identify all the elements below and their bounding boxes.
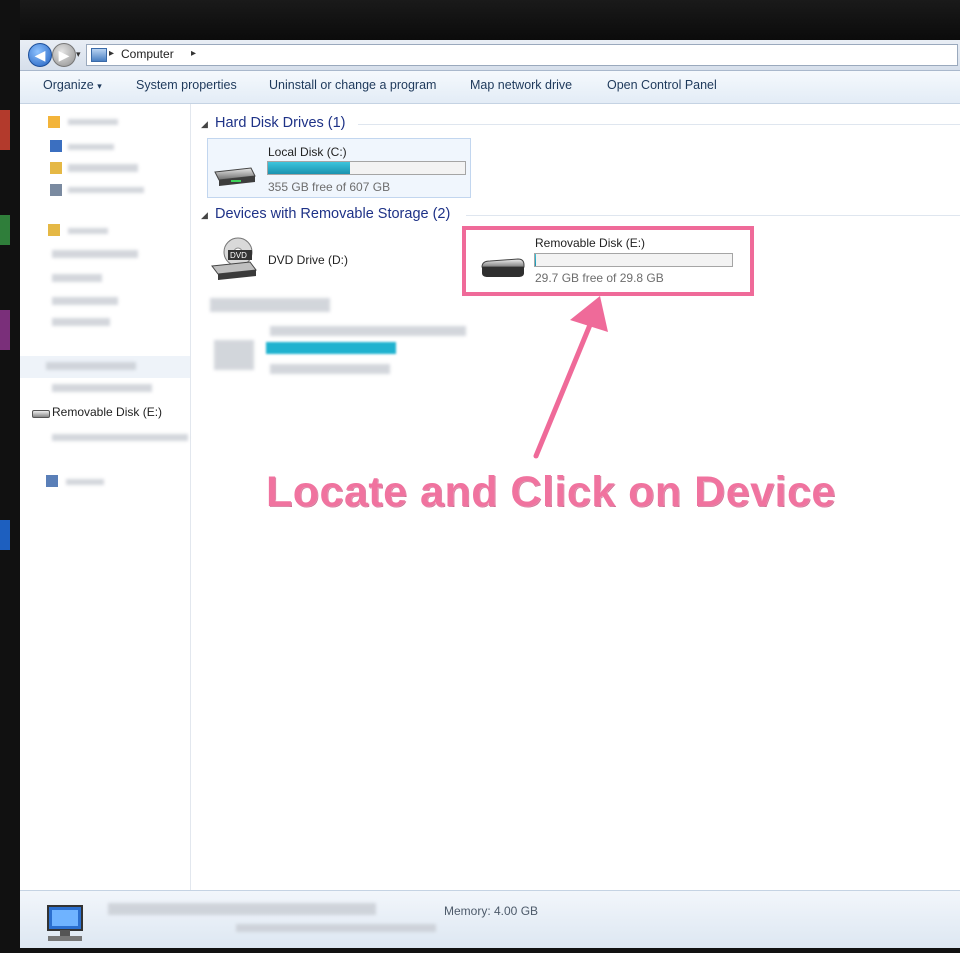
group-header-hard-disk-drives[interactable]: Hard Disk Drives (1): [215, 115, 346, 131]
redacted-nav-item[interactable]: [66, 479, 104, 485]
nav-item-removable-disk[interactable]: Removable Disk (E:): [52, 405, 162, 419]
address-bar-area: ◀ ▶ ▾ ▸ Computer ▸: [20, 40, 960, 71]
navigation-pane: [20, 104, 191, 890]
redacted-nav-item[interactable]: [68, 228, 108, 234]
computer-icon: [91, 48, 107, 62]
redacted-nav-item[interactable]: [46, 362, 136, 370]
redacted-nav-item[interactable]: [68, 187, 144, 193]
svg-text:DVD: DVD: [230, 251, 247, 260]
group-divider: [466, 215, 960, 216]
command-toolbar: Organize ▾ System properties Uninstall o…: [20, 71, 960, 104]
desktop-folder-icon: [50, 140, 62, 152]
collapse-triangle-icon[interactable]: ◢: [201, 210, 208, 221]
removable-disk-highlight-box[interactable]: [462, 226, 754, 296]
chevron-down-icon: ▾: [97, 81, 102, 91]
redacted-nav-item[interactable]: [52, 297, 118, 305]
redacted-processor-info: [236, 924, 436, 932]
desktop-icon-fragment: [0, 110, 10, 150]
desktop-background-left: [0, 0, 20, 953]
details-pane: [20, 890, 960, 948]
breadcrumb-separator[interactable]: ▸: [191, 48, 196, 59]
libraries-icon: [48, 224, 60, 236]
computer-monitor-icon: [47, 905, 83, 941]
collapse-triangle-icon[interactable]: ◢: [201, 119, 208, 130]
redacted-nav-item[interactable]: [52, 318, 110, 326]
forward-button[interactable]: ▶: [52, 43, 76, 67]
redacted-nav-item[interactable]: [68, 144, 114, 150]
drive-name-dvd-d[interactable]: DVD Drive (D:): [268, 253, 348, 267]
uninstall-program-button[interactable]: Uninstall or change a program: [269, 78, 436, 92]
redacted-nav-item[interactable]: [52, 384, 152, 392]
redacted-item-name: [270, 326, 466, 336]
redacted-nav-item[interactable]: [52, 434, 188, 441]
system-properties-button[interactable]: System properties: [136, 78, 237, 92]
memory-info: Memory: 4.00 GB: [444, 904, 539, 918]
desktop-icon-fragment: [0, 310, 10, 350]
free-space-local-disk-c: 355 GB free of 607 GB: [268, 180, 391, 194]
redacted-nav-item[interactable]: [68, 164, 138, 172]
downloads-folder-icon: [50, 162, 62, 174]
redacted-item-detail: [270, 364, 390, 374]
redacted-nav-item[interactable]: [52, 274, 102, 282]
capacity-bar-fill: [268, 162, 350, 174]
address-input[interactable]: ▸ Computer ▸: [86, 44, 958, 66]
callout-text: Locate and Click on Device: [266, 468, 836, 516]
redacted-nav-item[interactable]: [52, 250, 138, 258]
dvd-drive-icon: DVD: [211, 237, 257, 280]
annotation-arrow-icon: [533, 296, 608, 459]
redacted-nav-item[interactable]: [68, 119, 118, 125]
desktop-icon-fragment: [0, 215, 10, 245]
capacity-bar-local-disk-c: [267, 161, 466, 175]
organize-button[interactable]: Organize ▾: [43, 78, 102, 92]
map-network-drive-button[interactable]: Map network drive: [470, 78, 572, 92]
redacted-capacity-bar: [266, 342, 396, 354]
redacted-group-header: [210, 298, 330, 312]
recent-places-icon: [50, 184, 62, 196]
drive-name-local-disk-c: Local Disk (C:): [268, 145, 347, 159]
group-divider: [358, 124, 960, 125]
desktop-icon-fragment: [0, 520, 10, 550]
removable-disk-nav-icon: [32, 410, 50, 418]
hard-drive-icon: [214, 167, 256, 186]
breadcrumb-separator: ▸: [109, 48, 115, 59]
organize-label: Organize: [43, 78, 94, 92]
redacted-computer-name: [108, 903, 376, 915]
favorites-icon: [48, 116, 60, 128]
group-header-removable-storage[interactable]: Devices with Removable Storage (2): [215, 206, 450, 222]
history-dropdown-icon[interactable]: ▾: [76, 49, 81, 60]
open-control-panel-button[interactable]: Open Control Panel: [607, 78, 717, 92]
redacted-drive-icon: [214, 340, 254, 370]
network-icon: [46, 475, 58, 487]
back-button[interactable]: ◀: [28, 43, 52, 67]
forward-arrow-icon: ▶: [58, 47, 70, 63]
desktop-background-top: [0, 0, 960, 40]
back-arrow-icon: ◀: [34, 47, 46, 63]
breadcrumb-computer[interactable]: Computer: [121, 47, 174, 61]
